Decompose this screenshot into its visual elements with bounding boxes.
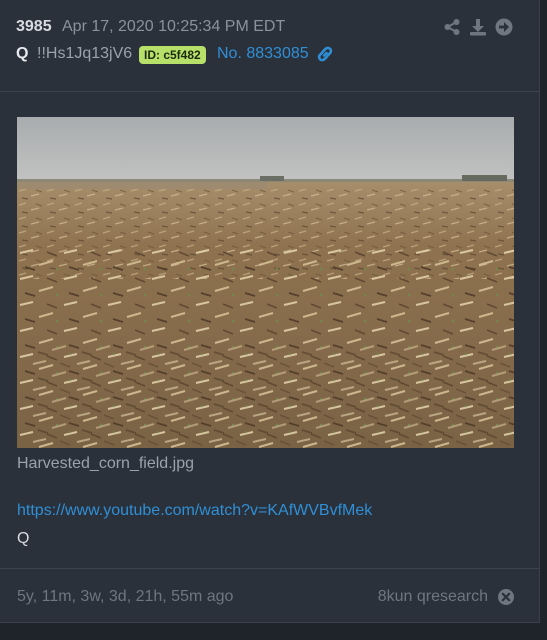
tripcode: !!Hs1Jq13jV6 — [37, 45, 133, 62]
close-circle-icon[interactable] — [497, 588, 515, 606]
harvested-field-photo[interactable] — [17, 117, 514, 448]
youtube-link[interactable]: https://www.youtube.com/watch?v=KAfWVBvf… — [17, 502, 372, 520]
post-signature: Q — [17, 530, 30, 547]
image-filename[interactable]: Harvested_corn_field.jpg — [17, 455, 194, 473]
post-image[interactable] — [17, 117, 514, 448]
time-ago: 5y, 11m, 3w, 3d, 21h, 55m ago — [17, 588, 234, 605]
link-icon[interactable] — [316, 45, 334, 63]
share-icon[interactable] — [443, 18, 461, 36]
post-number: 3985 — [16, 18, 52, 35]
source-board: 8kun qresearch — [377, 588, 488, 605]
post-date: Apr 17, 2020 10:25:34 PM EDT — [62, 18, 286, 35]
author-name: Q — [16, 45, 29, 62]
poster-id-badge[interactable]: ID: c5f482 — [139, 46, 206, 64]
download-icon[interactable] — [469, 18, 487, 36]
post-footer: 5y, 11m, 3w, 3d, 21h, 55m ago 8kun qrese… — [0, 568, 539, 623]
post-number-link[interactable]: No. 8833085 — [217, 45, 309, 63]
post-card: 3985 Apr 17, 2020 10:25:34 PM EDT Q !!Hs… — [0, 0, 540, 623]
post-header: 3985 Apr 17, 2020 10:25:34 PM EDT Q !!Hs… — [0, 0, 539, 92]
arrow-right-circle-icon[interactable] — [495, 18, 513, 36]
